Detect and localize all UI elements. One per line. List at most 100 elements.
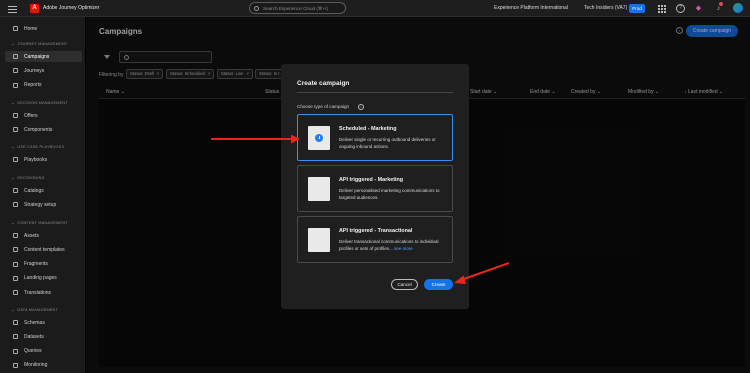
offers-icon xyxy=(13,113,18,118)
sidebar-item-label: Catalogs xyxy=(24,187,44,194)
sidebar-item-home[interactable]: Home xyxy=(0,23,83,34)
description-text: Deliver transactional communications to … xyxy=(339,239,439,251)
option-thumbnail xyxy=(308,177,330,201)
journeys-icon xyxy=(13,68,18,74)
search-placeholder: Search Experience Cloud (⌘+/) xyxy=(263,6,328,11)
sidebar-item-label: Datasets xyxy=(24,333,44,340)
sidebar: Home ⌄ JOURNEY MANAGEMENT Campaigns Journeys… xyxy=(0,17,85,373)
playbooks-icon xyxy=(13,157,18,162)
reports-icon xyxy=(13,82,18,88)
components-icon xyxy=(13,127,18,133)
sidebar-section-decisioning[interactable]: ⌄ DECISIONING xyxy=(11,175,45,180)
sidebar-section-data-management[interactable]: ⌄ DATA MANAGEMENT xyxy=(11,307,58,312)
app-name[interactable]: Adobe Journey Optimizer xyxy=(43,5,99,11)
sidebar-item-catalogs[interactable]: Catalogs xyxy=(0,185,83,196)
top-navigation-bar: A Adobe Journey Optimizer Search Experie… xyxy=(0,0,750,17)
sidebar-item-label: Schemas xyxy=(24,319,45,326)
assets-icon xyxy=(13,233,18,238)
sidebar-item-label: Offers xyxy=(24,112,38,119)
adobe-logo[interactable]: A xyxy=(30,4,39,13)
clock-icon xyxy=(315,134,323,142)
sidebar-section-decision-management[interactable]: ⌄ DECISION MANAGEMENT xyxy=(11,100,68,105)
sidebar-item-label: Fragments xyxy=(24,261,48,268)
section-label: DECISION MANAGEMENT xyxy=(17,101,68,105)
choose-type-label: Choose type of campaign xyxy=(297,104,350,109)
option-title: API triggered - Marketing xyxy=(339,177,404,183)
sidebar-item-playbooks[interactable]: Playbooks xyxy=(0,154,83,165)
sidebar-item-label: Playbooks xyxy=(24,156,48,163)
notification-dot xyxy=(719,2,723,6)
sidebar-item-reports[interactable]: Reports xyxy=(0,80,83,91)
info-icon[interactable]: i xyxy=(358,104,364,110)
sidebar-section-content-management[interactable]: ⌄ CONTENT MANAGEMENT xyxy=(11,220,68,225)
sidebar-item-translations[interactable]: Translations xyxy=(0,287,83,298)
sidebar-item-components[interactable]: Components xyxy=(0,124,83,135)
sidebar-item-fragments[interactable]: Fragments xyxy=(0,259,83,270)
org-switcher[interactable]: Experience Platform International xyxy=(494,5,568,11)
section-label: DECISIONING xyxy=(17,176,45,180)
option-api-triggered-marketing[interactable]: API triggered - Marketing Deliver person… xyxy=(297,165,453,212)
sidebar-item-strategy-setup[interactable]: Strategy setup xyxy=(0,199,83,210)
sidebar-item-datasets[interactable]: Datasets xyxy=(0,331,83,342)
option-thumbnail xyxy=(308,126,330,150)
hamburger-menu-icon[interactable] xyxy=(7,4,18,13)
chevron-down-icon: ⌄ xyxy=(11,221,15,225)
sidebar-item-schemas[interactable]: Schemas xyxy=(0,317,83,328)
prod-badge: Prod xyxy=(629,4,645,13)
avatar[interactable] xyxy=(733,3,743,13)
option-title: Scheduled - Marketing xyxy=(339,126,397,132)
sidebar-item-label: Queries xyxy=(24,348,42,355)
sandbox-switcher[interactable]: Tech Insiders (VA7) xyxy=(584,5,627,11)
option-description: Deliver transactional communications to … xyxy=(339,238,451,252)
campaigns-icon xyxy=(13,54,18,59)
section-label: JOURNEY MANAGEMENT xyxy=(17,42,68,46)
option-scheduled-marketing[interactable]: Scheduled - Marketing Deliver single or … xyxy=(297,114,453,161)
help-icon[interactable]: ? xyxy=(676,4,685,13)
landing-pages-icon xyxy=(13,275,18,281)
sidebar-section-journey-management[interactable]: ⌄ JOURNEY MANAGEMENT xyxy=(11,41,67,46)
sidebar-item-label: Translations xyxy=(24,289,52,296)
sidebar-item-label: Strategy setup xyxy=(24,201,57,208)
sidebar-item-offers[interactable]: Offers xyxy=(0,110,83,121)
create-button[interactable]: Create xyxy=(424,279,453,290)
sidebar-item-label: Campaigns xyxy=(24,53,50,60)
sidebar-item-label: Reports xyxy=(24,82,42,89)
dialog-title: Create campaign xyxy=(297,80,350,87)
sidebar-item-landing-pages[interactable]: Landing pages xyxy=(0,273,83,284)
sidebar-item-journeys[interactable]: Journeys xyxy=(0,65,83,76)
sidebar-item-content-templates[interactable]: Content templates xyxy=(0,244,83,255)
sidebar-item-label: Assets xyxy=(24,232,40,239)
sidebar-section-use-case-playbooks[interactable]: ⌄ USE CASE PLAYBOOKS xyxy=(11,144,64,149)
chevron-down-icon: ⌄ xyxy=(11,145,15,149)
home-icon xyxy=(13,26,18,31)
schemas-icon xyxy=(13,320,18,325)
global-search-input[interactable]: Search Experience Cloud (⌘+/) xyxy=(249,2,346,14)
queries-icon xyxy=(13,348,18,354)
sidebar-item-label: Home xyxy=(24,25,38,32)
sidebar-item-label: Landing pages xyxy=(24,275,57,282)
sidebar-item-label: Monitoring xyxy=(24,362,48,369)
option-description: Deliver personalised marketing communica… xyxy=(339,188,440,200)
sidebar-item-monitoring[interactable]: Monitoring xyxy=(0,360,83,371)
chevron-down-icon: ⌄ xyxy=(11,42,15,46)
datasets-icon xyxy=(13,334,18,340)
content-templates-icon xyxy=(13,247,18,253)
search-icon xyxy=(254,6,259,11)
section-label: USE CASE PLAYBOOKS xyxy=(17,145,65,149)
announcements-icon[interactable]: ◆ xyxy=(694,4,703,13)
see-more-link[interactable]: see more xyxy=(394,246,413,251)
apps-grid-icon[interactable] xyxy=(657,4,666,13)
sidebar-item-campaigns[interactable]: Campaigns xyxy=(5,51,82,62)
create-campaign-dialog: Create campaign Choose type of campaign … xyxy=(281,64,469,309)
sidebar-item-label: Components xyxy=(24,126,53,133)
section-label: DATA MANAGEMENT xyxy=(17,308,59,312)
option-api-triggered-transactional[interactable]: API triggered - Transactional Deliver tr… xyxy=(297,216,453,263)
sidebar-item-assets[interactable]: Assets xyxy=(0,230,83,241)
sidebar-item-label: Journeys xyxy=(24,67,45,74)
sidebar-item-queries[interactable]: Queries xyxy=(0,346,83,357)
option-thumbnail xyxy=(308,228,330,252)
fragments-icon xyxy=(13,261,18,267)
chevron-down-icon: ⌄ xyxy=(11,308,15,312)
cancel-button[interactable]: Cancel xyxy=(391,279,418,290)
section-label: CONTENT MANAGEMENT xyxy=(17,221,68,225)
